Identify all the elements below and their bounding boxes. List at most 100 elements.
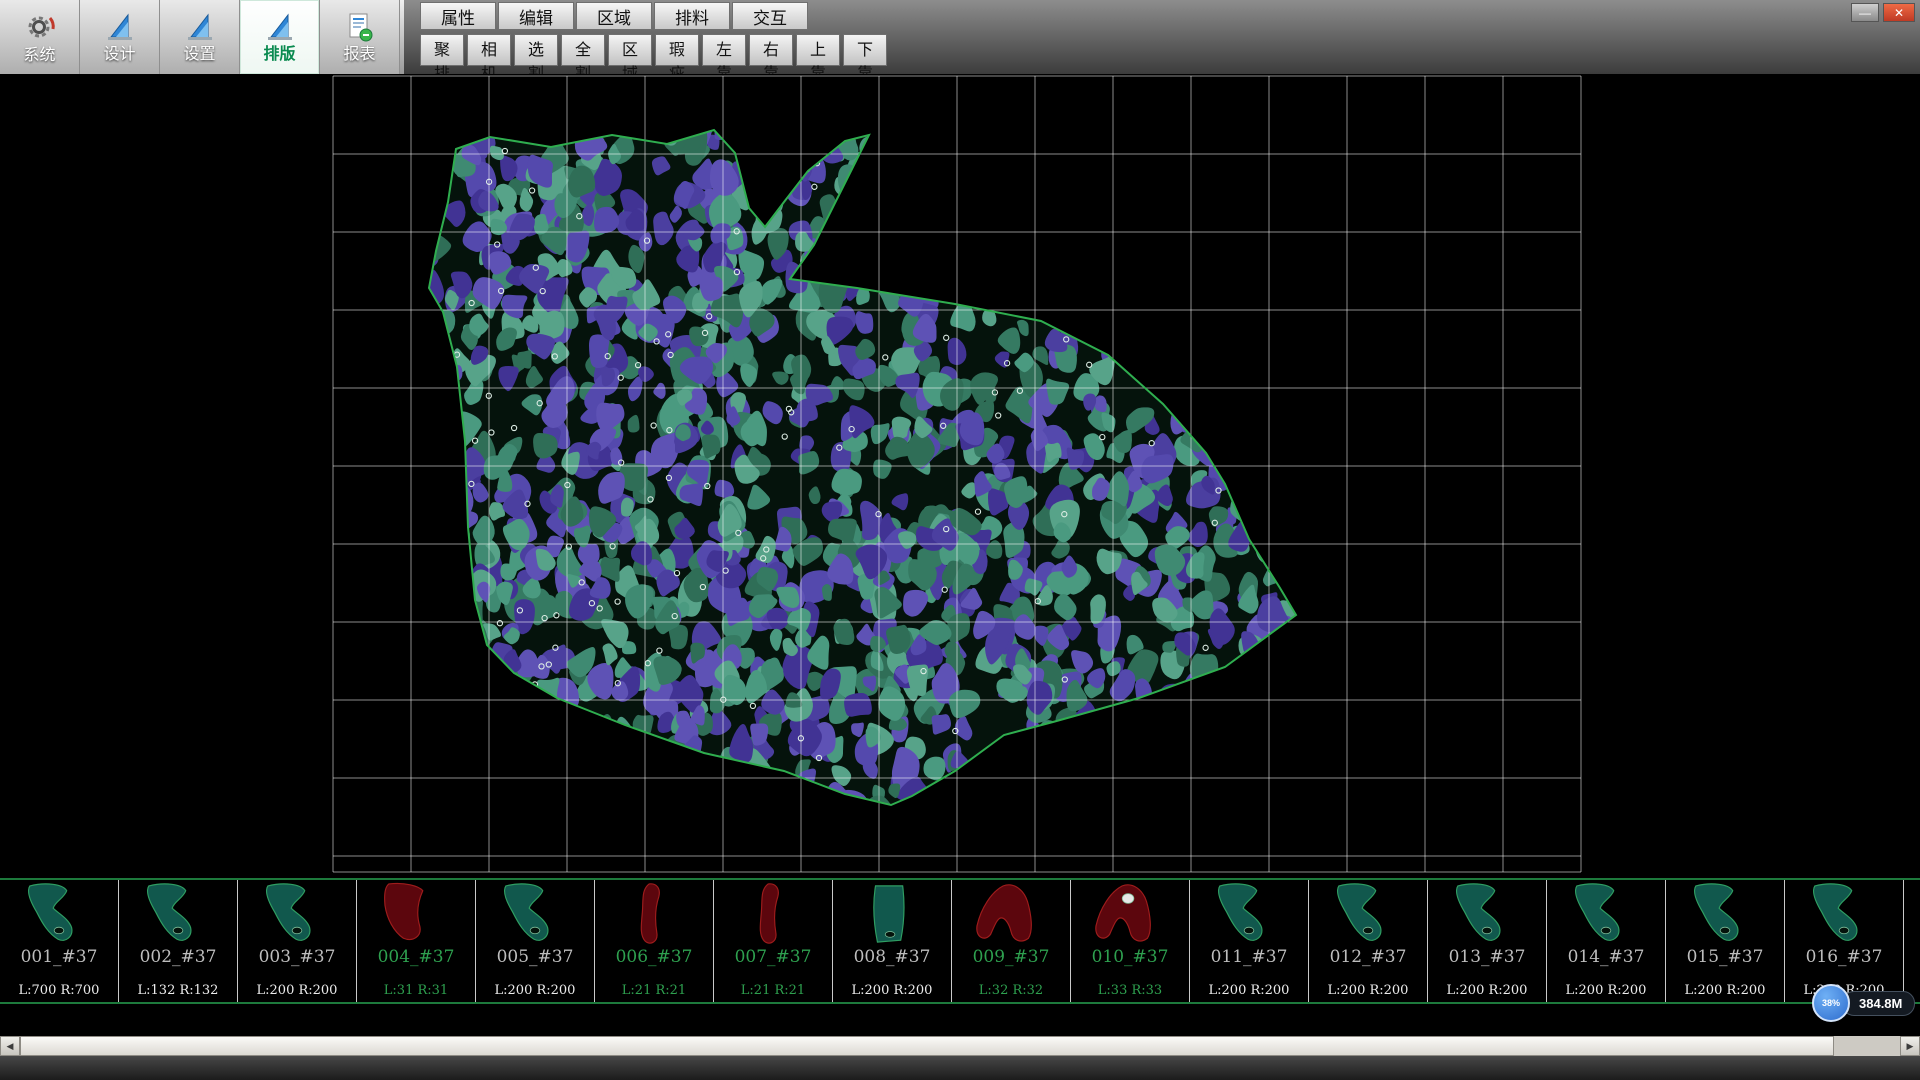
piece-shape xyxy=(366,882,466,946)
piece-name: 013_#37 xyxy=(1449,947,1526,967)
piece-lr-count: L:33 R:33 xyxy=(1098,984,1162,1002)
toolbar: 系统 设计 设置 排版 xyxy=(0,0,1920,74)
piece-thumbnail[interactable]: 012_#37 L:200 R:200 xyxy=(1309,880,1428,1002)
piece-lr-count: L:32 R:32 xyxy=(979,984,1043,1002)
tool-region-button[interactable]: 区域 xyxy=(608,34,652,66)
tool-align-left-button[interactable]: 左靠 xyxy=(702,34,746,66)
tab-interactive[interactable]: 交互 xyxy=(732,2,808,30)
piece-thumbnail[interactable]: 007_#37 L:21 R:21 xyxy=(714,880,833,1002)
mode-system-label: 系统 xyxy=(23,48,55,64)
app-mode-bar: 系统 设计 设置 排版 xyxy=(0,0,404,74)
tool-select-cut-button[interactable]: 选割 xyxy=(514,34,558,66)
tool-camera-button[interactable]: 相机 xyxy=(467,34,511,66)
mode-settings-button[interactable]: 设置 xyxy=(160,0,240,74)
scrollbar-track[interactable] xyxy=(20,1036,1900,1056)
piece-thumbnail[interactable]: 008_#37 L:200 R:200 xyxy=(833,880,952,1002)
piece-lr-count: L:200 R:200 xyxy=(1328,984,1409,1002)
piece-lr-count: L:200 R:200 xyxy=(1685,984,1766,1002)
piece-name: 015_#37 xyxy=(1687,947,1764,967)
report-document-icon xyxy=(346,12,374,45)
tool-cluster-nest-button[interactable]: 聚排 xyxy=(420,34,464,66)
piece-name: 003_#37 xyxy=(259,947,336,967)
horizontal-scrollbar[interactable]: ◀ ▶ xyxy=(0,1036,1920,1056)
scroll-left-arrow-icon[interactable]: ◀ xyxy=(0,1036,20,1056)
piece-lr-count: L:200 R:200 xyxy=(495,984,576,1002)
tool-align-right-button[interactable]: 右靠 xyxy=(749,34,793,66)
piece-name: 012_#37 xyxy=(1330,947,1407,967)
tool-align-top-button[interactable]: 上靠 xyxy=(796,34,840,66)
piece-thumbnail[interactable]: 016_#37 L:200 R:200 xyxy=(1785,880,1904,1002)
piece-name: 002_#37 xyxy=(140,947,217,967)
mode-report-button[interactable]: 报表 xyxy=(320,0,400,74)
piece-thumbnail[interactable]: 011_#37 L:200 R:200 xyxy=(1190,880,1309,1002)
settings-sail-icon xyxy=(185,12,215,45)
piece-name: 016_#37 xyxy=(1806,947,1883,967)
piece-name: 011_#37 xyxy=(1211,947,1288,967)
piece-name: 006_#37 xyxy=(616,947,693,967)
piece-lr-count: L:21 R:21 xyxy=(741,984,805,1002)
piece-name: 004_#37 xyxy=(378,947,455,967)
mode-system-button[interactable]: 系统 xyxy=(0,0,80,74)
piece-thumbnail[interactable]: 001_#37 L:700 R:700 xyxy=(0,880,119,1002)
scrollbar-thumb[interactable] xyxy=(20,1036,1834,1056)
piece-thumbnail[interactable]: 006_#37 L:21 R:21 xyxy=(595,880,714,1002)
piece-name: 014_#37 xyxy=(1568,947,1645,967)
piece-thumbnail[interactable]: 013_#37 L:200 R:200 xyxy=(1428,880,1547,1002)
piece-thumbnail-strip: 001_#37 L:700 R:700 002_#37 L:132 R:132 … xyxy=(0,878,1920,1004)
tab-region[interactable]: 区域 xyxy=(576,2,652,30)
piece-thumbnail[interactable]: 002_#37 L:132 R:132 xyxy=(119,880,238,1002)
status-footer xyxy=(0,1056,1920,1080)
progress-value: 38% xyxy=(1822,998,1840,1008)
piece-lr-count: L:200 R:200 xyxy=(257,984,338,1002)
mode-nesting-label: 排版 xyxy=(263,47,295,63)
piece-shape xyxy=(1080,882,1180,946)
piece-thumbnail[interactable]: 003_#37 L:200 R:200 xyxy=(238,880,357,1002)
piece-shape xyxy=(485,882,585,946)
close-button[interactable]: ✕ xyxy=(1883,3,1915,22)
piece-shape xyxy=(961,882,1061,946)
piece-thumbnail[interactable]: 014_#37 L:200 R:200 xyxy=(1547,880,1666,1002)
minimize-button[interactable]: — xyxy=(1851,3,1879,22)
piece-thumbnail[interactable]: 009_#37 L:32 R:32 xyxy=(952,880,1071,1002)
design-sail-icon xyxy=(105,12,135,45)
piece-lr-count: L:200 R:200 xyxy=(1566,984,1647,1002)
nesting-sail-icon xyxy=(265,12,295,45)
piece-shape xyxy=(1794,882,1894,946)
mode-design-label: 设计 xyxy=(103,47,135,63)
piece-name: 009_#37 xyxy=(973,947,1050,967)
piece-name: 010_#37 xyxy=(1092,947,1169,967)
gear-icon xyxy=(23,11,57,46)
hide-layout-drawing xyxy=(0,74,1920,878)
tab-edit[interactable]: 编辑 xyxy=(498,2,574,30)
tool-cut-all-button[interactable]: 全割 xyxy=(561,34,605,66)
piece-thumbnail[interactable]: 010_#37 L:33 R:33 xyxy=(1071,880,1190,1002)
progress-badge: 38% xyxy=(1812,984,1850,1022)
scroll-right-arrow-icon[interactable]: ▶ xyxy=(1900,1036,1920,1056)
piece-lr-count: L:200 R:200 xyxy=(1209,984,1290,1002)
piece-lr-count: L:700 R:700 xyxy=(19,984,100,1002)
menu-tab-row: 属性 编辑 区域 排料 交互 xyxy=(420,2,887,30)
nesting-canvas[interactable] xyxy=(0,74,1920,878)
piece-lr-count: L:200 R:200 xyxy=(1447,984,1528,1002)
piece-shape xyxy=(1675,882,1775,946)
tab-nesting[interactable]: 排料 xyxy=(654,2,730,30)
tab-properties[interactable]: 属性 xyxy=(420,2,496,30)
piece-shape xyxy=(723,882,823,946)
mode-nesting-button[interactable]: 排版 xyxy=(240,0,320,74)
tool-align-bottom-button[interactable]: 下靠 xyxy=(843,34,887,66)
piece-thumbnail[interactable]: 004_#37 L:31 R:31 xyxy=(357,880,476,1002)
mode-design-button[interactable]: 设计 xyxy=(80,0,160,74)
piece-shape xyxy=(1318,882,1418,946)
piece-name: 001_#37 xyxy=(21,947,98,967)
mode-settings-label: 设置 xyxy=(183,47,215,63)
piece-thumbnail[interactable]: 015_#37 L:200 R:200 xyxy=(1666,880,1785,1002)
piece-shape xyxy=(1199,882,1299,946)
window-controls: — ✕ xyxy=(1851,3,1915,22)
piece-name: 007_#37 xyxy=(735,947,812,967)
piece-shape xyxy=(9,882,109,946)
piece-lr-count: L:31 R:31 xyxy=(384,984,448,1002)
piece-shape xyxy=(247,882,347,946)
piece-thumbnail[interactable]: 005_#37 L:200 R:200 xyxy=(476,880,595,1002)
menu-area: 属性 编辑 区域 排料 交互 聚排 相机 选割 全割 区域 瑕疵 左靠 右靠 上… xyxy=(420,0,887,66)
tool-defect-button[interactable]: 瑕疵 xyxy=(655,34,699,66)
